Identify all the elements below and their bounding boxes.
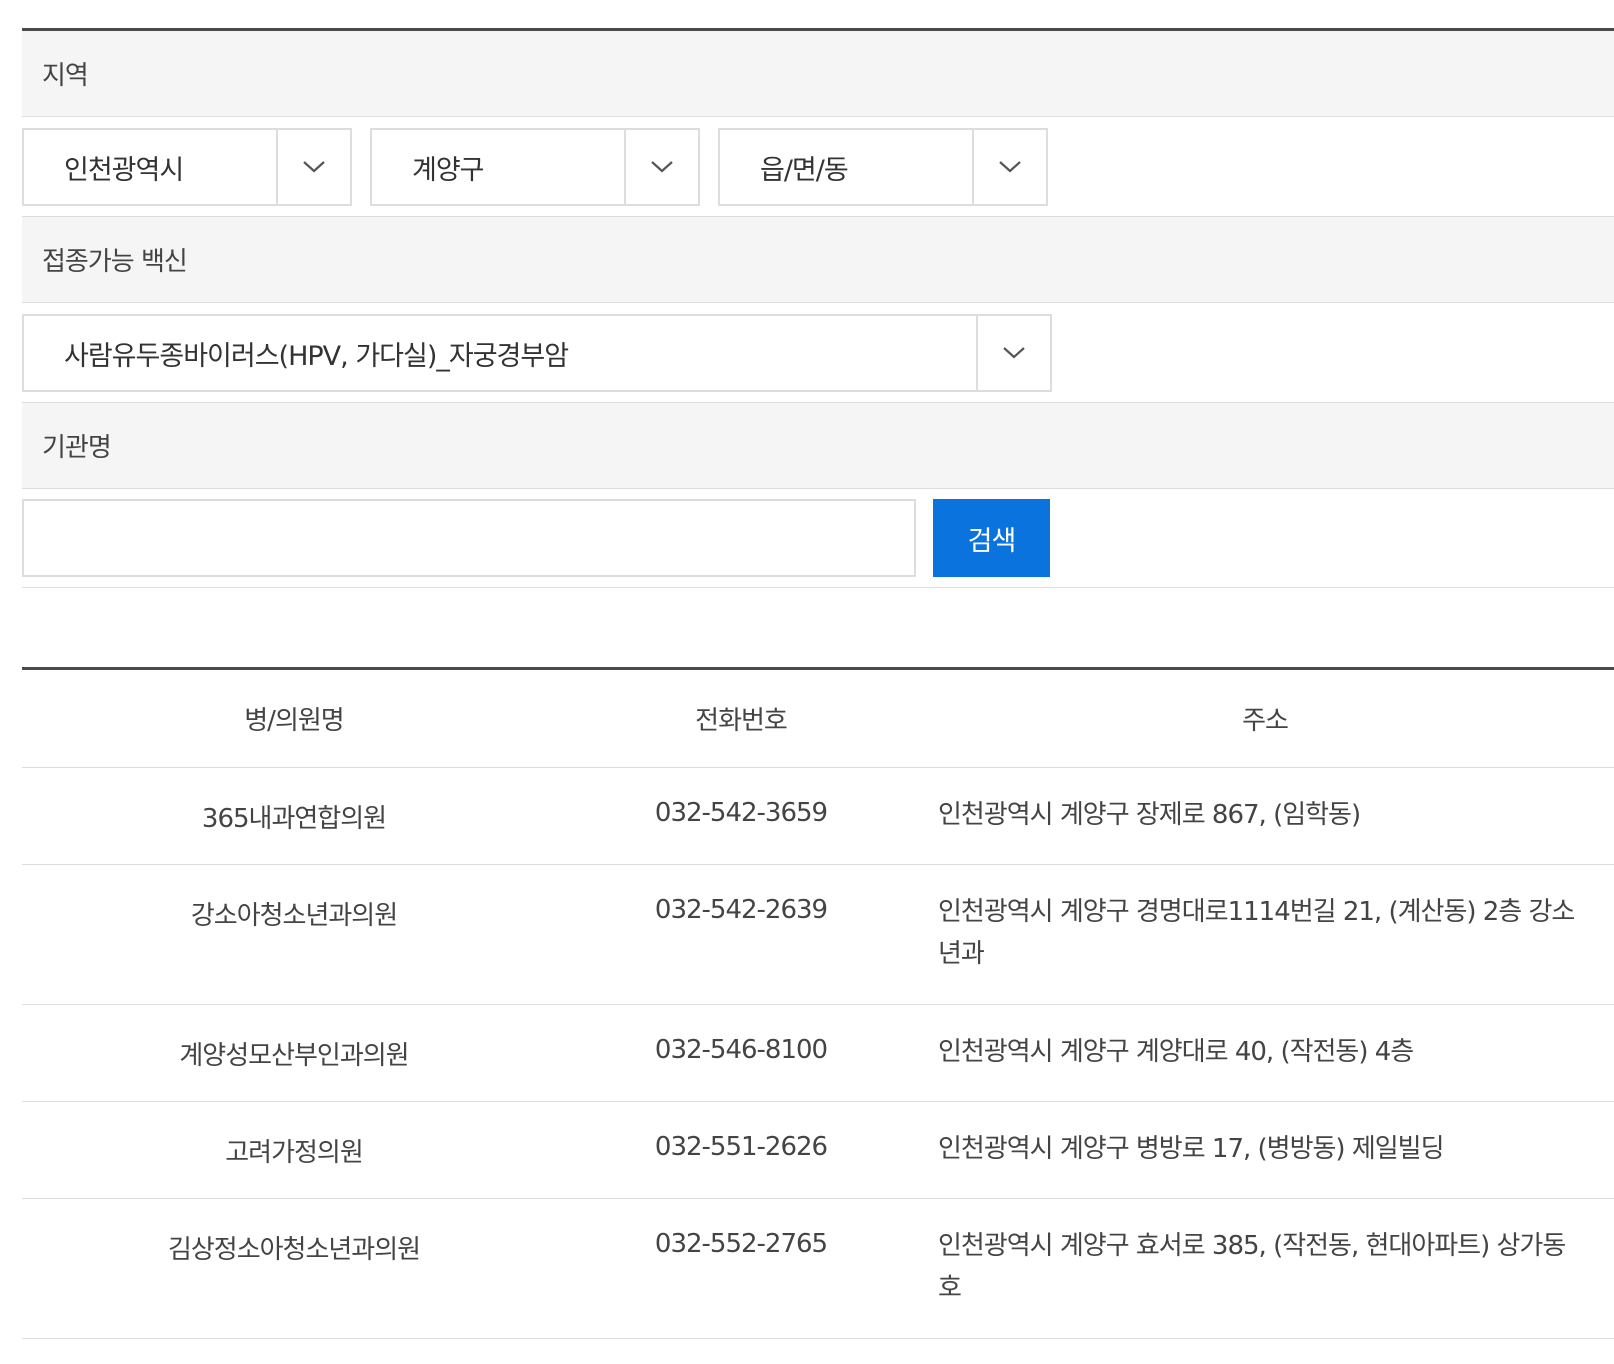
vaccine-row: 사람유두종바이러스(HPV, 가다실)_자궁경부암 — [22, 303, 1614, 403]
clinic-address-line: 인천광역시 계양구 병방로 17, (병방동) 제일빌딩 — [938, 1134, 1445, 1164]
chevron-down-icon — [276, 130, 350, 204]
chevron-down-icon — [972, 130, 1046, 204]
search-form: 지역 인천광역시 계양구 읍/면/동 접종가능 백신 사람유두종바이러스(HPV… — [22, 28, 1614, 588]
dong-select[interactable]: 읍/면/동 — [718, 128, 1048, 206]
clinic-address-line: 호 — [938, 1273, 962, 1303]
sido-select-value: 인천광역시 — [64, 154, 184, 186]
clinic-phone: 032-551-2626 — [566, 1101, 916, 1199]
vaccine-select[interactable]: 사람유두종바이러스(HPV, 가다실)_자궁경부암 — [22, 314, 1052, 392]
dong-select-value: 읍/면/동 — [760, 154, 849, 186]
clinic-address: 인천광역시 계양구 효서로 385, (작전동, 현대아파트) 상가동 호 — [916, 1198, 1614, 1339]
clinic-address-line: 인천광역시 계양구 경명대로1114번길 21, (계산동) 2층 강소 — [938, 897, 1575, 927]
clinic-name: 계양성모산부인과의원 — [22, 1004, 566, 1102]
table-row[interactable]: 강소아청소년과의원 032-542-2639 인천광역시 계양구 경명대로111… — [22, 864, 1614, 1005]
sido-select[interactable]: 인천광역시 — [22, 128, 352, 206]
clinic-address-line: 인천광역시 계양구 계양대로 40, (작전동) 4층 — [938, 1037, 1414, 1067]
header-phone: 전화번호 — [566, 668, 916, 768]
clinic-address: 인천광역시 계양구 계양대로 40, (작전동) 4층 — [916, 1004, 1614, 1102]
sigungu-select-value: 계양구 — [412, 154, 485, 186]
clinic-name: 김상정소아청소년과의원 — [22, 1198, 566, 1339]
header-name: 병/의원명 — [22, 668, 566, 768]
vaccine-label: 접종가능 백신 — [22, 217, 1614, 303]
clinic-phone: 032-546-8100 — [566, 1004, 916, 1102]
org-label: 기관명 — [22, 403, 1614, 489]
clinic-name: 고려가정의원 — [22, 1101, 566, 1199]
search-button[interactable]: 검색 — [933, 499, 1050, 577]
clinic-name: 강소아청소년과의원 — [22, 864, 566, 1005]
clinic-address: 인천광역시 계양구 병방로 17, (병방동) 제일빌딩 — [916, 1101, 1614, 1199]
clinic-address-line: 인천광역시 계양구 장제로 867, (임학동) — [938, 800, 1361, 830]
clinic-address: 인천광역시 계양구 장제로 867, (임학동) — [916, 767, 1614, 865]
chevron-down-icon — [624, 130, 698, 204]
table-row[interactable]: 계양성모산부인과의원 032-546-8100 인천광역시 계양구 계양대로 4… — [22, 1004, 1614, 1102]
table-row[interactable]: 김상정소아청소년과의원 032-552-2765 인천광역시 계양구 효서로 3… — [22, 1198, 1614, 1339]
vaccine-select-value: 사람유두종바이러스(HPV, 가다실)_자궁경부암 — [64, 340, 569, 372]
clinic-phone: 032-542-3659 — [566, 767, 916, 865]
results-table: 병/의원명 전화번호 주소 365내과연합의원 032-542-3659 인천광… — [22, 667, 1614, 1339]
clinic-phone: 032-542-2639 — [566, 864, 916, 1005]
clinic-name: 365내과연합의원 — [22, 767, 566, 865]
table-row[interactable]: 고려가정의원 032-551-2626 인천광역시 계양구 병방로 17, (병… — [22, 1101, 1614, 1199]
org-row: 검색 — [22, 489, 1614, 588]
table-row[interactable]: 365내과연합의원 032-542-3659 인천광역시 계양구 장제로 867… — [22, 767, 1614, 865]
sigungu-select[interactable]: 계양구 — [370, 128, 700, 206]
clinic-address-line: 년과 — [938, 939, 985, 969]
clinic-phone: 032-552-2765 — [566, 1198, 916, 1339]
clinic-address: 인천광역시 계양구 경명대로1114번길 21, (계산동) 2층 강소 년과 — [916, 864, 1614, 1005]
region-label: 지역 — [22, 31, 1614, 117]
chevron-down-icon — [976, 316, 1050, 390]
region-selects: 인천광역시 계양구 읍/면/동 — [22, 117, 1614, 217]
clinic-address-line: 인천광역시 계양구 효서로 385, (작전동, 현대아파트) 상가동 — [938, 1231, 1566, 1261]
org-name-input[interactable] — [22, 499, 916, 577]
table-header-row: 병/의원명 전화번호 주소 — [22, 668, 1614, 768]
header-address: 주소 — [916, 668, 1614, 768]
